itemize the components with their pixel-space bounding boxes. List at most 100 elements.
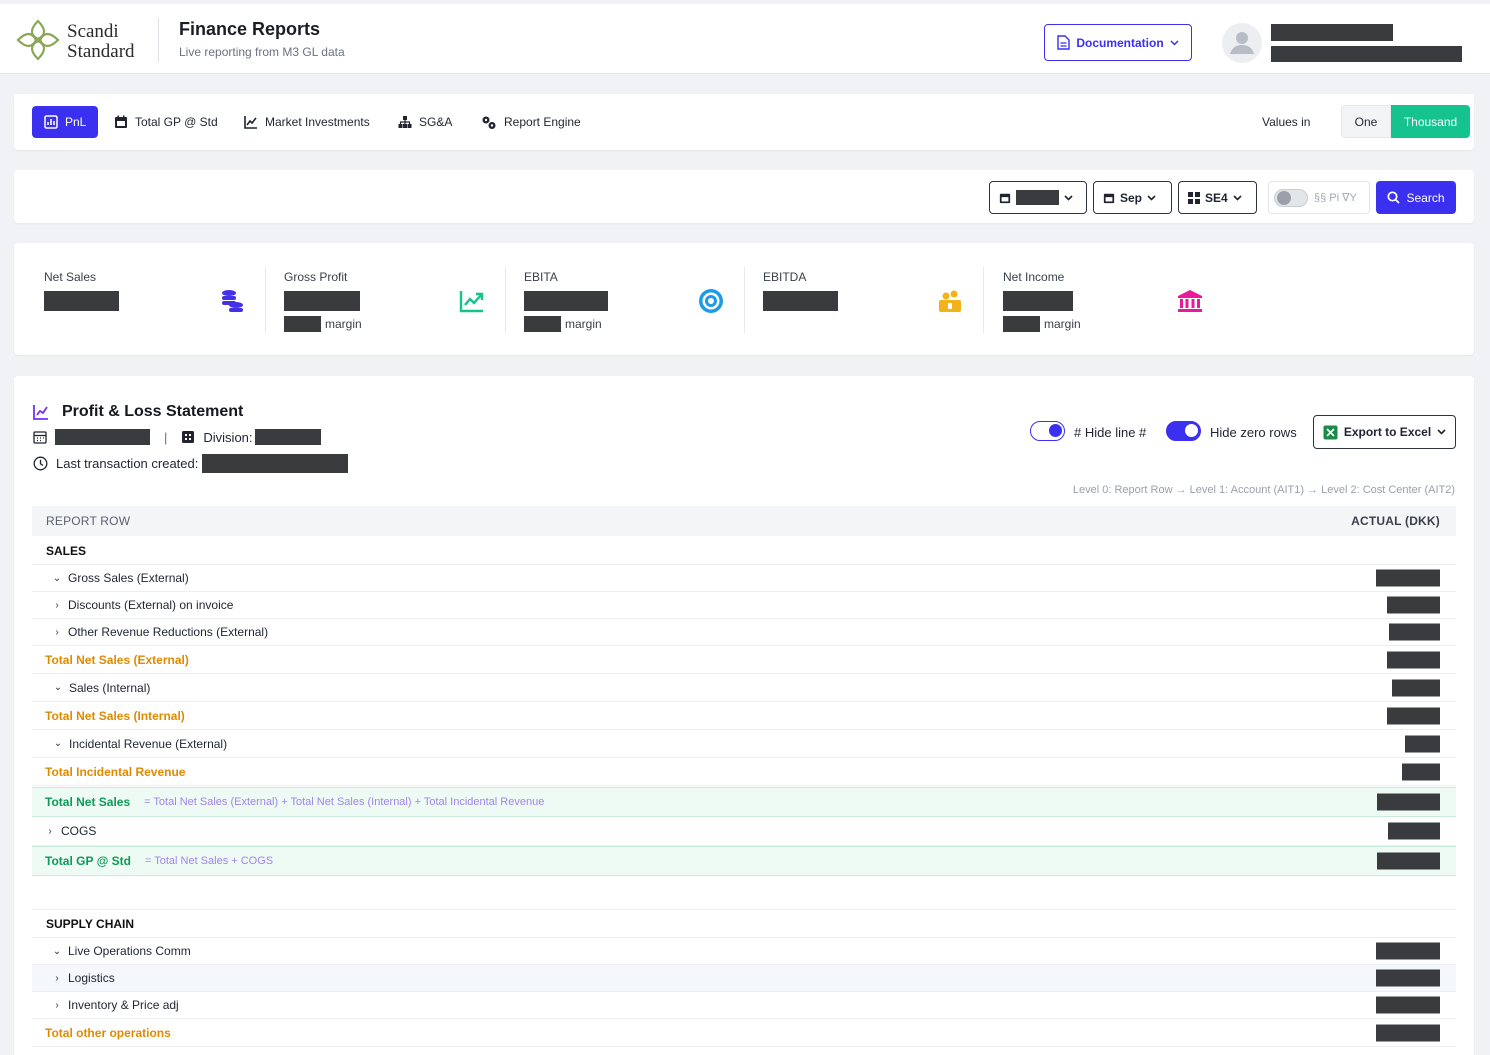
- hide-zero-rows-toggle[interactable]: [1166, 421, 1201, 441]
- chevron-right-icon[interactable]: ›: [45, 826, 55, 837]
- row-label: Discounts (External) on invoice: [68, 598, 234, 612]
- kpi-label: Net Sales: [44, 270, 97, 284]
- page-subtitle: Live reporting from M3 GL data: [179, 45, 345, 59]
- table-row[interactable]: › Inventory & Price adj: [32, 992, 1456, 1019]
- coins-icon: [222, 290, 243, 312]
- chevron-down-icon: [1437, 429, 1446, 435]
- meta-separator: |: [164, 429, 168, 445]
- amount-redacted: [1376, 969, 1440, 987]
- kpi-divider: [983, 267, 984, 333]
- chevron-down-icon[interactable]: ⌄: [53, 682, 63, 693]
- trend-up-icon: [459, 291, 484, 313]
- calendar-icon: [1103, 193, 1115, 203]
- total-label: Total Net Sales (External): [45, 652, 189, 667]
- user-avatar[interactable]: [1222, 23, 1262, 63]
- table-row[interactable]: ⌄ Sales (Internal): [32, 674, 1456, 702]
- target-icon: [699, 289, 723, 313]
- table-row: SUPPLY CHAIN: [32, 910, 1456, 938]
- user-icon: [1230, 32, 1254, 54]
- division-select[interactable]: SE4: [1178, 181, 1257, 214]
- year-select[interactable]: [989, 181, 1087, 214]
- kpi-net-sales: Net Sales: [44, 243, 259, 355]
- chart-doc-icon: [44, 115, 58, 129]
- table-row[interactable]: ⌄ Gross Sales (External): [32, 565, 1456, 592]
- table-row[interactable]: ⌄ Live Operations Comm: [32, 938, 1456, 965]
- tab-market-investments[interactable]: Market Investments: [232, 106, 382, 138]
- amount-redacted: [1387, 651, 1440, 668]
- filter-toggle-switch[interactable]: [1274, 189, 1308, 207]
- table-row[interactable]: › Other Revenue Reductions (External): [32, 619, 1456, 646]
- chevron-right-icon[interactable]: ›: [52, 1000, 62, 1011]
- values-in-label: Values in: [1262, 115, 1311, 129]
- documentation-button[interactable]: Documentation: [1044, 24, 1192, 61]
- kpi-gross-profit: Gross Profit margin: [284, 243, 499, 355]
- filter-toggle-group[interactable]: §§ Pi ∇Y: [1268, 181, 1370, 214]
- line-chart-icon: [244, 116, 257, 129]
- chevron-right-icon[interactable]: ›: [52, 600, 62, 611]
- total-label: Total other operations: [45, 1025, 171, 1040]
- hierarchy-legend: Level 0: Report Row → Level 1: Account (…: [1072, 484, 1455, 496]
- chevron-right-icon[interactable]: ›: [52, 627, 62, 638]
- calendar-icon: [115, 115, 127, 128]
- amount-redacted: [1377, 852, 1440, 870]
- tab-sga[interactable]: SG&A: [386, 106, 464, 138]
- search-icon: [1387, 191, 1401, 204]
- kpi-label: EBITA: [524, 270, 558, 284]
- unit-thousand-button[interactable]: Thousand: [1391, 105, 1470, 138]
- last-transaction-redacted: [202, 454, 349, 473]
- kpi-value-redacted: [763, 291, 838, 311]
- month-select[interactable]: Sep: [1093, 181, 1172, 214]
- export-excel-button[interactable]: Export to Excel: [1313, 415, 1456, 449]
- chevron-right-icon[interactable]: ›: [52, 973, 62, 984]
- brand-name: Scandi Standard: [67, 21, 135, 62]
- amount-redacted: [1402, 763, 1440, 780]
- hide-line-toggle[interactable]: [1030, 421, 1065, 441]
- table-row: Total Net Sales (External): [32, 646, 1456, 674]
- kpi-label: Gross Profit: [284, 270, 348, 284]
- building-icon: [182, 431, 195, 443]
- chevron-down-icon[interactable]: ⌄: [53, 738, 63, 749]
- report-tabs-bar: PnL Total GP @ Std Market Investments SG…: [14, 94, 1474, 150]
- kpi-ebita: EBITA margin: [524, 243, 739, 355]
- brand-logo[interactable]: Scandi Standard: [16, 17, 156, 63]
- amount-redacted: [1376, 1024, 1440, 1041]
- grand-total-label: Total GP @ Std = Total Net Sales + COGS: [45, 854, 274, 868]
- division-redacted: [254, 429, 321, 445]
- amount-redacted: [1376, 569, 1440, 587]
- page-title: Finance Reports: [179, 19, 321, 39]
- pnl-statement: Profit & Loss Statement | Division: Last…: [14, 376, 1474, 1055]
- amount-redacted: [1377, 793, 1440, 811]
- tab-total-gp[interactable]: Total GP @ Std: [102, 106, 230, 138]
- filter-toggle-label: §§ Pi ∇Y: [1314, 192, 1357, 204]
- kpi-value-redacted: [44, 291, 119, 311]
- column-header-report-row: REPORT ROW: [46, 514, 131, 528]
- tab-pnl[interactable]: PnL: [32, 106, 99, 138]
- table-row[interactable]: › Logistics: [32, 965, 1456, 992]
- table-row[interactable]: ⌄ Incidental Revenue (External): [32, 730, 1456, 758]
- table-row[interactable]: › Discounts (External) on invoice: [32, 592, 1456, 619]
- total-label: Total Net Sales (Internal): [45, 708, 185, 723]
- kpi-value-redacted: [1003, 291, 1073, 311]
- hide-zero-rows-label: Hide zero rows: [1210, 425, 1297, 440]
- search-button[interactable]: Search: [1376, 181, 1456, 214]
- amount-redacted: [1389, 623, 1440, 641]
- kpi-label: Net Income: [1003, 270, 1065, 284]
- amount-redacted: [1387, 707, 1440, 724]
- chevron-down-icon[interactable]: ⌄: [52, 573, 62, 584]
- total-label: Total Incidental Revenue: [45, 764, 186, 779]
- table-row: Total Net Sales (Internal): [32, 702, 1456, 730]
- row-label: COGS: [61, 824, 97, 838]
- table-row[interactable]: › COGS: [32, 817, 1456, 846]
- row-label: Incidental Revenue (External): [69, 736, 228, 751]
- kpi-value-redacted: [284, 291, 360, 311]
- gears-icon: [482, 116, 496, 129]
- row-label: Gross Sales (External): [68, 571, 189, 585]
- tab-report-engine[interactable]: Report Engine: [469, 106, 593, 138]
- kpi-net-income: Net Income margin: [1003, 243, 1218, 355]
- excel-icon: [1323, 425, 1338, 439]
- year-value-redacted: [1016, 190, 1059, 205]
- kpi-margin: margin: [524, 316, 602, 332]
- margin-value-redacted: [1003, 316, 1040, 332]
- chevron-down-icon[interactable]: ⌄: [52, 946, 62, 957]
- unit-one-button[interactable]: One: [1341, 105, 1391, 138]
